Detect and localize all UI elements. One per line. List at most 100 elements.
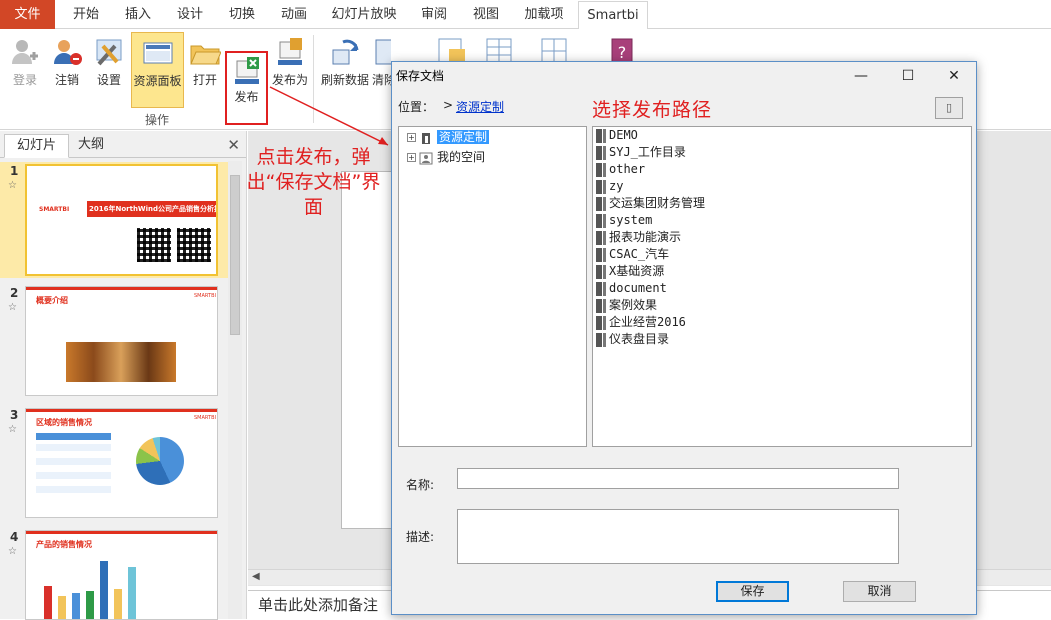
description-input[interactable] [457,509,899,564]
breadcrumb-arrow-icon: > [443,98,454,112]
list-item-label: SYJ_工作目录 [609,145,686,159]
expand-icon[interactable]: + [407,153,416,162]
folder-list[interactable]: DEMO SYJ_工作目录 other zy 交运集团财务管理 system 报… [592,126,972,447]
list-item-label: zy [609,179,624,193]
logout-button[interactable]: 注销 [47,32,87,108]
publish-button[interactable]: 发布 [225,51,268,125]
folder-icon [596,315,606,330]
bar-mark [86,591,94,619]
tree-node-label[interactable]: 我的空间 [437,150,485,164]
tab-insert[interactable]: 插入 [114,0,162,29]
name-input[interactable] [457,468,899,489]
cancel-button[interactable]: 取消 [843,581,916,602]
logout-icon [54,40,82,65]
slide-logo: SMARTBI [194,415,216,421]
slides-scrollbar[interactable] [228,161,242,619]
list-item[interactable]: 案例效果 [596,297,657,314]
scrollbar-thumb[interactable] [230,175,240,335]
expand-icon[interactable]: + [407,133,416,142]
slide-title: 产品的销售情况 [36,540,92,549]
tab-view[interactable]: 视图 [462,0,510,29]
tab-slides[interactable]: 幻灯片 [4,134,70,158]
slide-number: 4 [10,530,19,544]
list-item[interactable]: document [596,280,667,297]
close-icon[interactable]: ✕ [227,136,240,154]
breadcrumb-link[interactable]: 资源定制 [456,98,504,115]
tab-addins[interactable]: 加载项 [514,0,574,29]
folder-icon [596,332,606,347]
star-icon: ☆ [8,302,17,313]
folder-tree[interactable]: + 资源定制 + 我的空间 [398,126,587,447]
folder-icon [596,247,606,262]
save-document-dialog: 保存文档 — ☐ ✕ 位置： > 资源定制 选择发布路径 ▯ + 资源定制 + 我的… [391,61,977,615]
path-annotation: 选择发布路径 [592,99,713,121]
folder-icon [596,128,606,143]
settings-label: 设置 [96,73,121,87]
pie-chart [136,437,184,485]
user-space-icon [419,152,433,164]
list-item[interactable]: system [596,212,652,229]
slide-thumbnail[interactable]: 概要介绍 SMARTBI [25,286,218,396]
slide-logo: SMARTBI [194,293,216,299]
scroll-left-icon[interactable]: ◀ [252,571,260,582]
maximize-icon[interactable]: ☐ [895,66,921,86]
list-item-label: 仪表盘目录 [609,332,670,346]
list-item-label: 报表功能演示 [609,230,682,244]
resource-panel-button[interactable]: 资源面板 [131,32,184,108]
tab-animations[interactable]: 动画 [270,0,318,29]
folder-icon [596,196,606,211]
list-item[interactable]: zy [596,178,623,195]
save-button[interactable]: 保存 [716,581,789,602]
bar-mark [44,586,52,619]
list-item-label: DEMO [609,128,638,142]
slide-thumbnail-row[interactable]: 1 ☆ SMARTBI 2016年NorthWind公司产品销售分析报告 [0,162,228,278]
slide-title: 2016年NorthWind公司产品销售分析报告 [89,205,218,213]
slide-thumbnail-row[interactable]: 4 ☆ 产品的销售情况 [0,528,228,620]
list-item[interactable]: SYJ_工作目录 [596,144,686,161]
slide-title: 区域的销售情况 [36,418,92,427]
list-item[interactable]: DEMO [596,127,638,144]
settings-button[interactable]: 设置 [89,32,129,108]
tree-node[interactable]: + 资源定制 [407,129,490,146]
folder-icon [596,264,606,279]
tab-slideshow[interactable]: 幻灯片放映 [325,0,403,29]
close-icon[interactable]: ✕ [941,66,967,86]
open-button[interactable]: 打开 [187,32,223,108]
folder-icon [596,162,606,177]
list-item[interactable]: 报表功能演示 [596,229,681,246]
data-table [36,433,111,493]
list-item[interactable]: 交运集团财务管理 [596,195,705,212]
login-button[interactable]: 登录 [4,32,46,108]
dialog-title: 保存文档 [396,69,445,83]
tree-node[interactable]: + 我的空间 [407,149,485,166]
list-item-label: 交运集团财务管理 [609,196,706,210]
list-item[interactable]: X基础资源 [596,263,664,280]
location-label: 位置： [398,100,435,114]
folder-icon [596,145,606,160]
refresh-data-icon [332,39,359,65]
slide-thumbnail-row[interactable]: 2 ☆ 概要介绍 SMARTBI [0,284,228,400]
list-item[interactable]: other [596,161,645,178]
list-item[interactable]: 企业经营2016 [596,314,686,331]
tab-home[interactable]: 开始 [62,0,110,29]
login-label: 登录 [12,73,37,87]
new-folder-button[interactable]: ▯ [935,97,963,119]
slide-logo: SMARTBI [39,206,70,213]
tab-outline[interactable]: 大纲 [66,134,116,158]
minimize-icon[interactable]: — [848,66,874,86]
tree-node-label[interactable]: 资源定制 [437,130,490,144]
tab-design[interactable]: 设计 [166,0,214,29]
slide-thumbnail[interactable]: SMARTBI 2016年NorthWind公司产品销售分析报告 [25,164,218,276]
slide-thumbnail[interactable]: 产品的销售情况 [25,530,218,620]
slide-thumbnail-row[interactable]: 3 ☆ 区域的销售情况 SMARTBI [0,406,228,522]
star-icon: ☆ [8,424,17,435]
list-item[interactable]: 仪表盘目录 [596,331,669,348]
folder-icon [596,298,606,313]
tab-smartbi[interactable]: Smartbi [578,1,648,30]
star-icon: ☆ [8,546,17,557]
tab-review[interactable]: 审阅 [410,0,458,29]
slide-thumbnail[interactable]: 区域的销售情况 SMARTBI [25,408,218,518]
tab-transitions[interactable]: 切换 [218,0,266,29]
list-item[interactable]: CSAC_汽车 [596,246,669,263]
tab-file[interactable]: 文件 [0,0,55,29]
